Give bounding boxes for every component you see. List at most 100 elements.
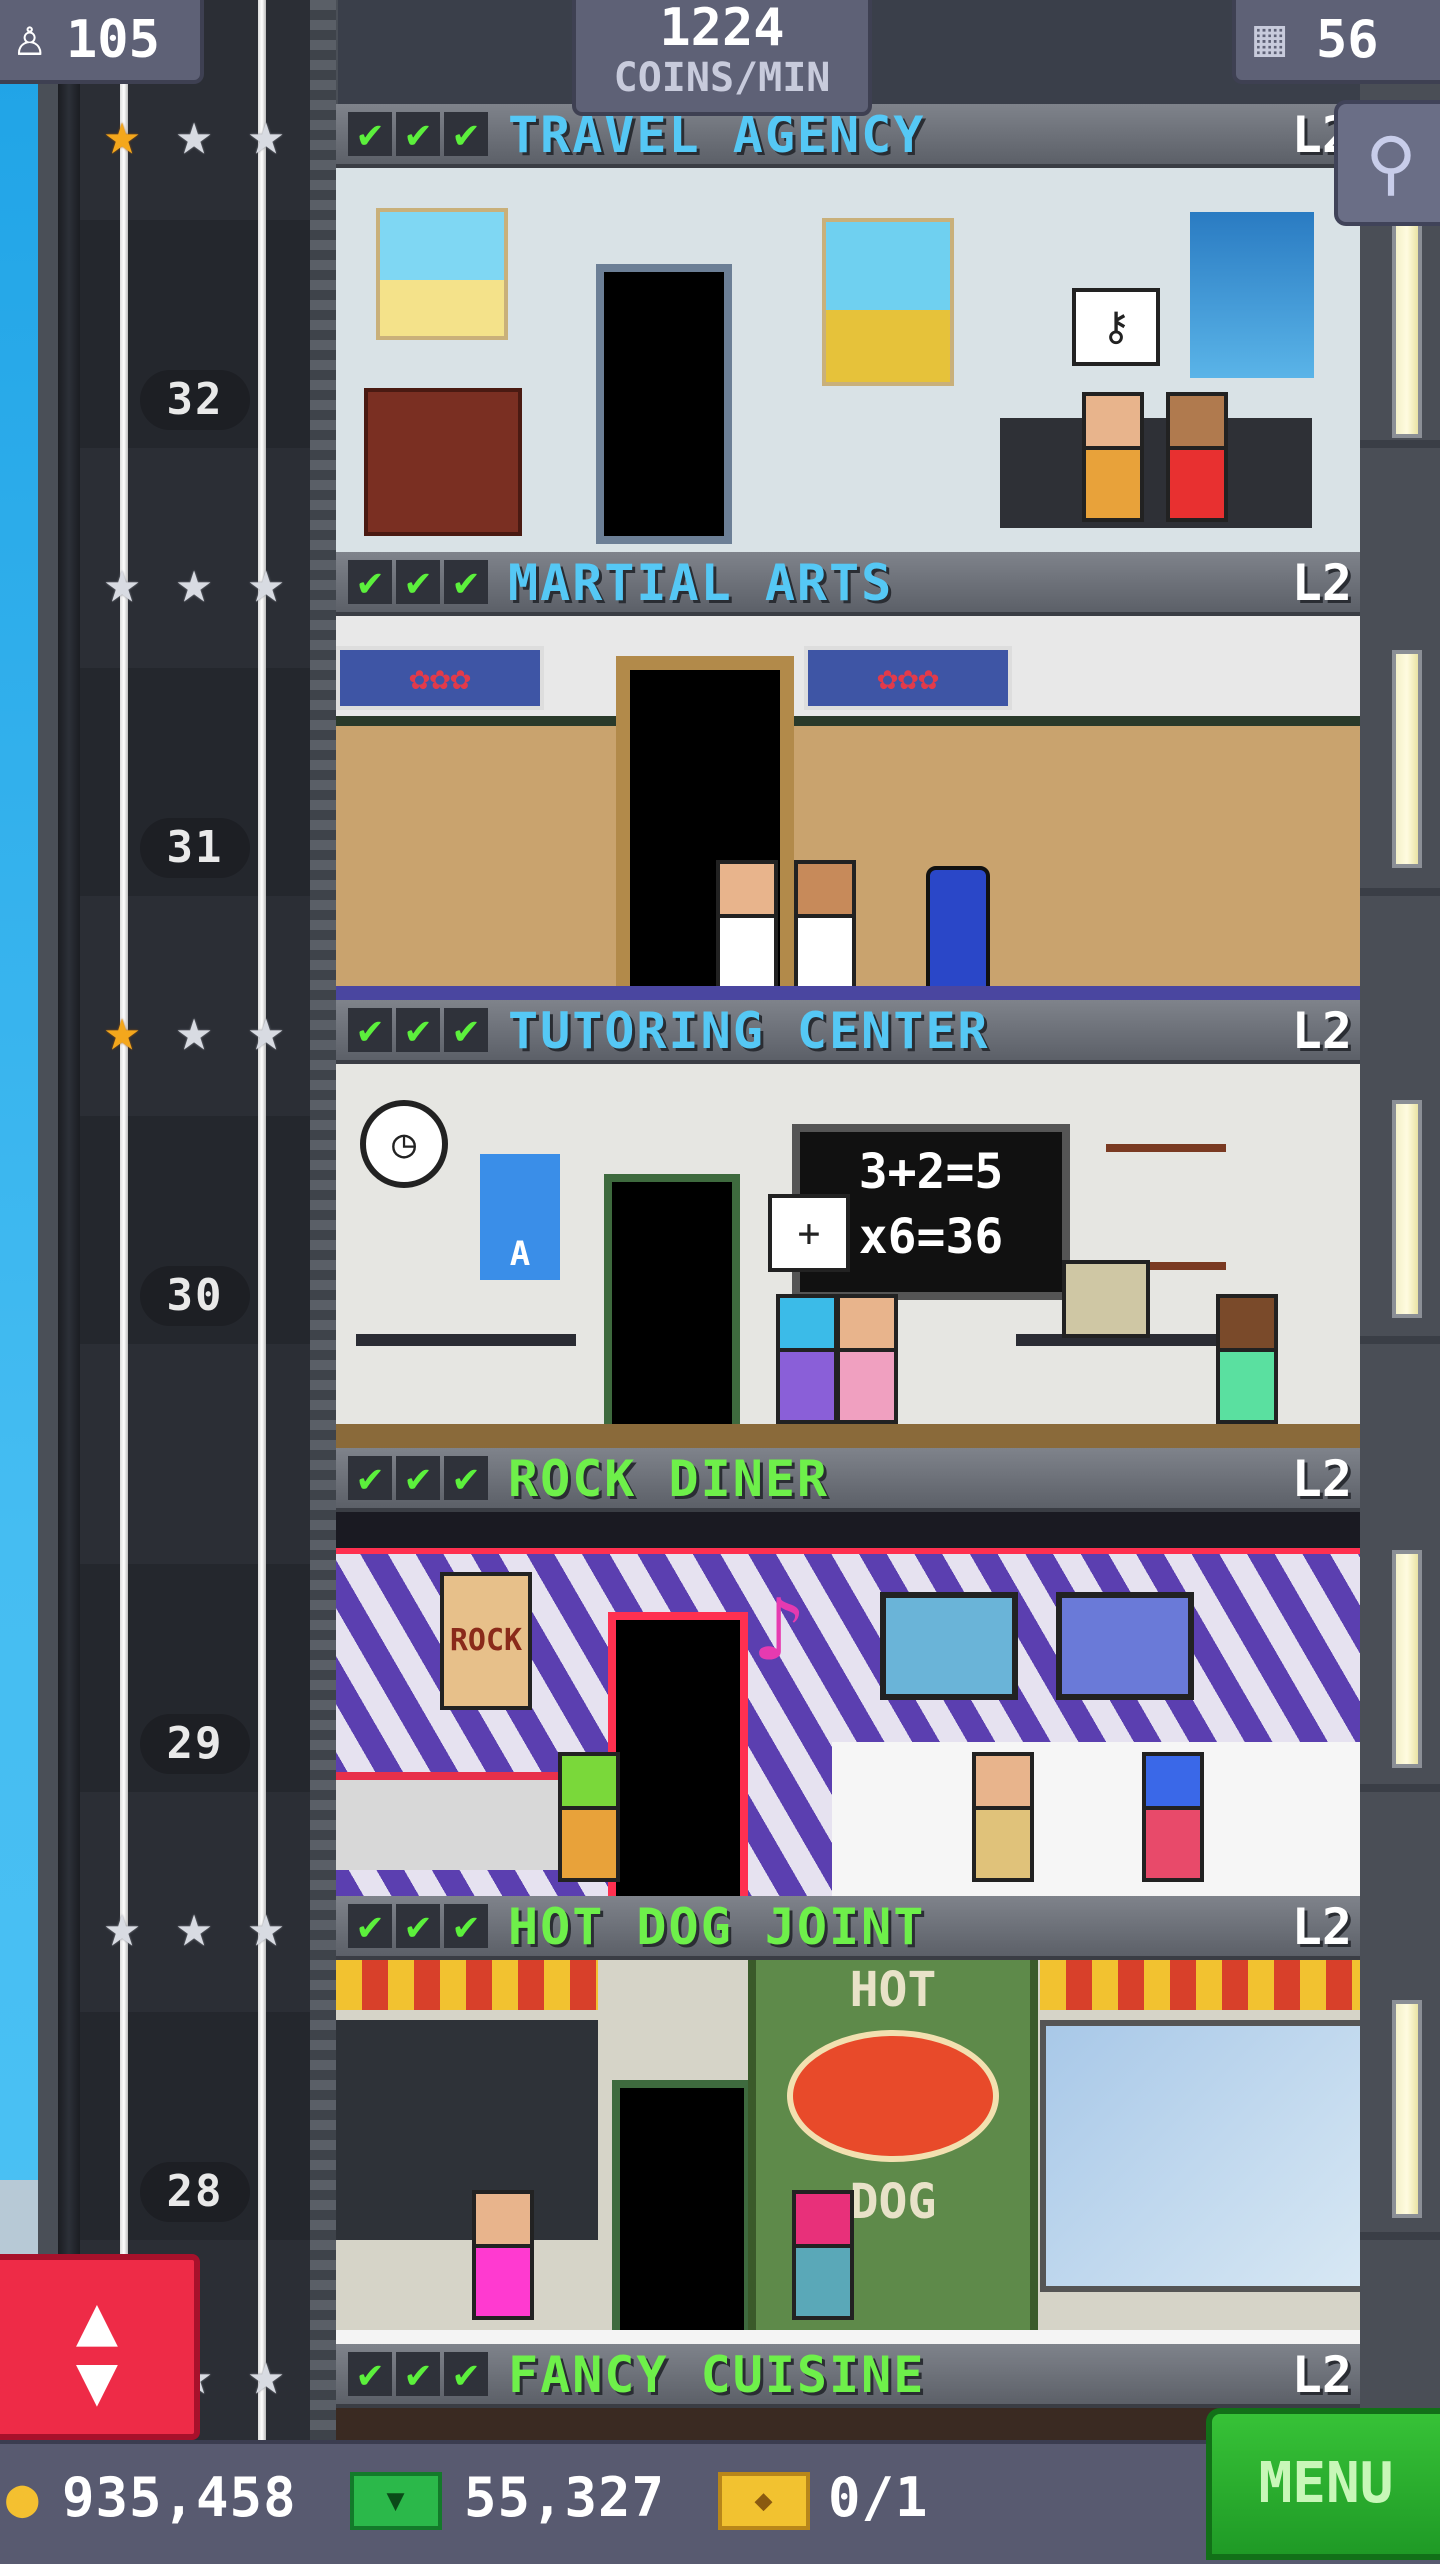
floor-name: TUTORING CENTER — [508, 1002, 990, 1060]
floor-martial-arts[interactable]: ✔ ✔ ✔ MARTIAL ARTS L2 ✿✿✿ ✿✿✿ — [336, 552, 1360, 1000]
brochure-shelf — [364, 388, 522, 536]
guitar-icon: ♪ — [752, 1578, 807, 1683]
shaft-rail-left — [58, 0, 80, 2440]
travel-desk — [1000, 418, 1312, 528]
person-npc[interactable] — [716, 860, 778, 990]
floor-stars-hot-dog-joint: ★ ★ ★ — [92, 1896, 296, 1956]
person-npc[interactable] — [1142, 1752, 1204, 1882]
star-silver-icon: ★ — [175, 547, 213, 617]
bookshelf — [1106, 1144, 1226, 1270]
hotdog-icon — [787, 2030, 999, 2162]
person-npc[interactable] — [836, 1294, 898, 1424]
star-silver-icon: ★ — [175, 99, 213, 169]
floor-travel-agency[interactable]: ✔ ✔ ✔ TRAVEL AGENCY L2 ⚷ — [336, 104, 1360, 552]
plus-speech-icon[interactable]: + — [768, 1194, 850, 1272]
floor-name: ROCK DINER — [508, 1450, 830, 1508]
floor-stars-tutoring-center: ★ ★ ★ — [92, 1000, 296, 1060]
bux-value[interactable]: 55,327 — [464, 2466, 665, 2529]
coins-per-minute-value: 1224 — [659, 0, 785, 58]
check-icon: ✔ — [396, 1008, 440, 1052]
key-speech-icon[interactable]: ⚷ — [1072, 288, 1160, 366]
floor-stars-travel-agency: ★ ★ ★ — [92, 104, 296, 164]
wall-light — [1392, 650, 1422, 868]
check-icon: ✔ — [396, 2352, 440, 2396]
room-door — [612, 2080, 752, 2344]
menu-button[interactable]: MENU — [1206, 2408, 1440, 2560]
check-icon: ✔ — [444, 1904, 488, 1948]
person-icon: ♙ — [14, 8, 46, 68]
bridge-poster — [1190, 212, 1314, 378]
floor-number-28: 28 — [140, 2162, 250, 2222]
elevator-cable-left — [120, 0, 128, 2440]
floor-header: ✔ ✔ ✔ ROCK DINER L2 — [336, 1448, 1360, 1512]
elevator-shaft[interactable] — [80, 0, 310, 2440]
hotdog-display — [336, 2020, 598, 2240]
apple-poster: A — [480, 1154, 560, 1280]
framed-photo — [880, 1592, 1018, 1700]
floor-number-29: 29 — [140, 1714, 250, 1774]
punching-bag — [926, 866, 990, 994]
floor-hot-dog-joint[interactable]: ✔ ✔ ✔ HOT DOG JOINT L2 HOT DOG — [336, 1896, 1360, 2344]
computer-icon — [1062, 1260, 1150, 1338]
clock-icon: ◷ — [360, 1100, 448, 1188]
population-value: 105 — [66, 10, 160, 70]
star-gold-icon: ★ — [103, 99, 141, 169]
floor-level: L2 — [1291, 554, 1352, 612]
floor-level: L2 — [1291, 1002, 1352, 1060]
person-npc[interactable] — [794, 860, 856, 990]
person-npc[interactable] — [558, 1752, 620, 1882]
floor-number-31: 31 — [140, 818, 250, 878]
check-icon: ✔ — [396, 1904, 440, 1948]
floor-header: ✔ ✔ ✔ TUTORING CENTER L2 — [336, 1000, 1360, 1064]
person-npc[interactable] — [472, 2190, 534, 2320]
travel-poster — [822, 218, 954, 386]
tickets-value[interactable]: 0/1 — [828, 2466, 929, 2529]
floor-level: L2 — [1291, 1450, 1352, 1508]
wall-light — [1392, 1100, 1422, 1318]
check-icon: ✔ — [444, 1008, 488, 1052]
floor-room: ◷ A 3+2=5 x6=36 + — [336, 1064, 1360, 1448]
room-door — [596, 264, 732, 544]
floor-level: L2 — [1291, 1898, 1352, 1956]
awning-right — [1040, 1960, 1360, 2010]
person-npc[interactable] — [1082, 392, 1144, 522]
star-silver-icon: ★ — [103, 1891, 141, 1961]
floor-header: ✔ ✔ ✔ HOT DOG JOINT L2 — [336, 1896, 1360, 1960]
check-icon: ✔ — [396, 1456, 440, 1500]
rock-poster: ROCK — [440, 1572, 532, 1710]
check-icon: ✔ — [348, 1008, 392, 1052]
star-silver-icon: ★ — [247, 99, 285, 169]
person-npc[interactable] — [1216, 1294, 1278, 1424]
floors-counter[interactable]: ▦ 56 — [1232, 0, 1440, 84]
coins-value[interactable]: 935,458 — [62, 2466, 297, 2529]
elevator-cable-right — [258, 0, 266, 2440]
check-icon: ✔ — [444, 560, 488, 604]
counter — [336, 1772, 596, 1870]
person-npc[interactable] — [776, 1294, 838, 1424]
population-counter[interactable]: ♙ 105 — [0, 0, 204, 84]
check-icon: ✔ — [444, 2352, 488, 2396]
person-npc[interactable] — [972, 1752, 1034, 1882]
check-icon: ✔ — [348, 112, 392, 156]
zoom-out-button[interactable]: ⚲ — [1334, 100, 1440, 226]
framed-photo — [1056, 1592, 1194, 1700]
floor-tutoring-center[interactable]: ✔ ✔ ✔ TUTORING CENTER L2 ◷ A 3+2=5 x6=36 + — [336, 1000, 1360, 1448]
star-silver-icon: ★ — [247, 2339, 285, 2409]
sign-text-top: HOT — [849, 1962, 937, 2018]
coins-per-minute-panel: 1224 COINS/MIN — [572, 0, 872, 116]
room-door — [608, 1612, 748, 1896]
elevator-button[interactable]: ▲ ▼ — [0, 2254, 200, 2440]
banner-right: ✿✿✿ — [804, 646, 1012, 710]
floor-rock-diner[interactable]: ✔ ✔ ✔ ROCK DINER L2 ROCK ♪ — [336, 1448, 1360, 1896]
floor-room: ROCK ♪ — [336, 1512, 1360, 1896]
star-silver-icon: ★ — [247, 995, 285, 1065]
window — [1040, 2020, 1360, 2292]
wall-light — [1392, 1550, 1422, 1768]
building-icon: ▦ — [1254, 8, 1286, 68]
check-icon: ✔ — [444, 1456, 488, 1500]
check-icon: ✔ — [348, 1456, 392, 1500]
person-npc[interactable] — [792, 2190, 854, 2320]
banner-left: ✿✿✿ — [336, 646, 544, 710]
person-npc[interactable] — [1166, 392, 1228, 522]
awning-left — [336, 1960, 598, 2010]
